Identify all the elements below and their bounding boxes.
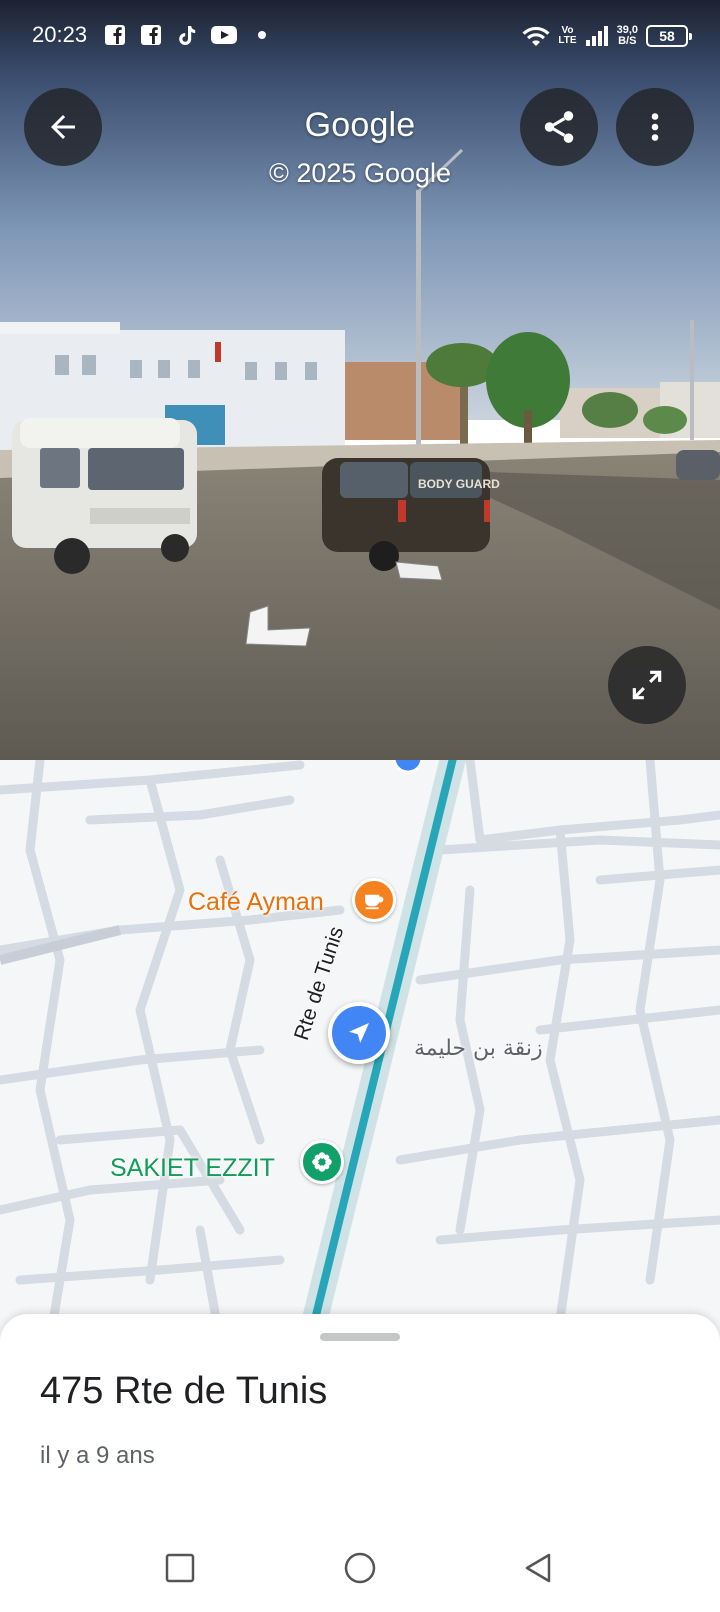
more-vert-icon [651,113,659,141]
circle-icon [344,1552,376,1584]
coffee-cup-icon [365,894,384,910]
more-options-button[interactable] [616,88,694,166]
wifi-icon [522,26,550,46]
street-view-title: Google [304,106,416,144]
triangle-back-icon [525,1553,551,1583]
network-speed: 39,0 B/S [616,24,638,47]
share-button[interactable] [520,88,598,166]
status-indicators: Vo LTE 39,0 B/S 58 [522,22,692,50]
cafe-pin[interactable] [352,878,396,922]
volte-indicator: Vo LTE [558,25,577,46]
street-label: زنقة بن حليمة [414,1036,543,1061]
recents-button[interactable] [158,1546,202,1590]
street-view-copyright: © 2025 Google [268,158,452,188]
square-icon [165,1553,195,1583]
signal-icon [585,26,608,46]
battery-level: 58 [659,28,675,44]
status-time: 20:23 [32,22,88,47]
status-bar: 20:23 Vo LTE 39,0 B/S 58 [0,0,720,72]
notification-dot-icon [258,31,266,39]
place-label[interactable]: SAKIET EZZIT [110,1154,275,1183]
battery-icon: 58 [646,25,692,47]
fullscreen-button[interactable] [608,646,686,724]
expand-icon [632,670,662,700]
place-title: 475 Rte de Tunis [40,1370,328,1412]
youtube-icon [211,26,237,44]
system-back-button[interactable] [516,1546,560,1590]
direction-arrow-icon [349,1023,369,1043]
app-root: BODY GUARD 20:23 Vo LTE 39,0 B/S 58 Goog… [0,0,720,1612]
cafe-label[interactable]: Café Ayman [188,888,324,917]
street-view-location-marker[interactable] [328,1002,390,1064]
street-view-panorama[interactable]: BODY GUARD 20:23 Vo LTE 39,0 B/S 58 Goog… [0,0,720,760]
facebook-icon [141,25,161,45]
van-lettering: BODY GUARD [418,477,500,491]
drag-handle[interactable] [320,1333,400,1341]
home-button[interactable] [338,1546,382,1590]
facebook-icon [105,25,125,45]
tiktok-icon [179,26,196,45]
place-pin[interactable] [300,1140,344,1184]
share-icon [544,111,574,143]
capture-date: il y a 9 ans [40,1442,155,1469]
flower-icon [312,1152,332,1172]
